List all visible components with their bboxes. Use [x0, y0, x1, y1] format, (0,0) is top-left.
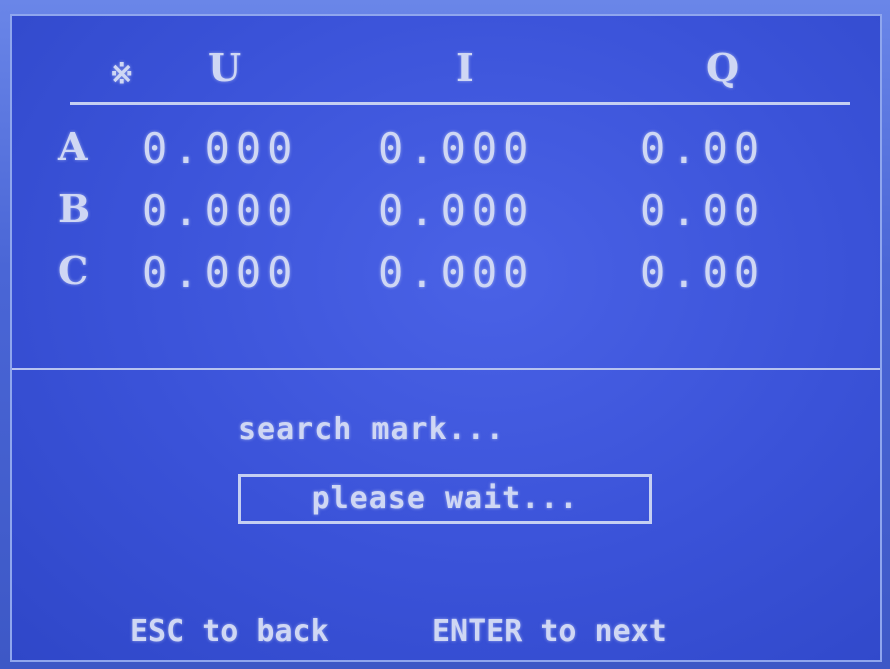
value-q: 0.00 — [640, 248, 766, 297]
value-i: 0.000 — [378, 248, 535, 297]
value-q: 0.00 — [640, 186, 766, 235]
phase-label: A — [58, 124, 88, 169]
value-i: 0.000 — [378, 124, 535, 173]
value-i: 0.000 — [378, 186, 535, 235]
value-u: 0.000 — [142, 248, 299, 297]
phase-label: B — [58, 186, 91, 231]
column-header-u: U — [208, 45, 242, 90]
lcd-screen: ※ U I Q A 0.000 0.000 0.00 B 0.000 0.000… — [10, 14, 882, 662]
header-divider — [70, 102, 850, 105]
device-bezel: ※ U I Q A 0.000 0.000 0.00 B 0.000 0.000… — [0, 0, 890, 669]
section-divider — [12, 368, 880, 370]
wait-box: please wait... — [238, 474, 652, 524]
esc-back-hint[interactable]: ESC to back — [130, 614, 329, 649]
table-row: C 0.000 0.000 0.00 — [12, 248, 880, 298]
value-q: 0.00 — [640, 124, 766, 173]
status-message: search mark... — [238, 412, 505, 447]
column-header-i: I — [456, 45, 474, 90]
column-header-q: Q — [706, 45, 740, 90]
header-mark-icon: ※ — [110, 57, 134, 90]
wait-text: please wait... — [311, 481, 579, 516]
enter-next-hint[interactable]: ENTER to next — [432, 614, 667, 649]
phase-label: C — [58, 248, 89, 293]
table-row: A 0.000 0.000 0.00 — [12, 124, 880, 174]
value-u: 0.000 — [142, 124, 299, 173]
value-u: 0.000 — [142, 186, 299, 235]
table-row: B 0.000 0.000 0.00 — [12, 186, 880, 236]
